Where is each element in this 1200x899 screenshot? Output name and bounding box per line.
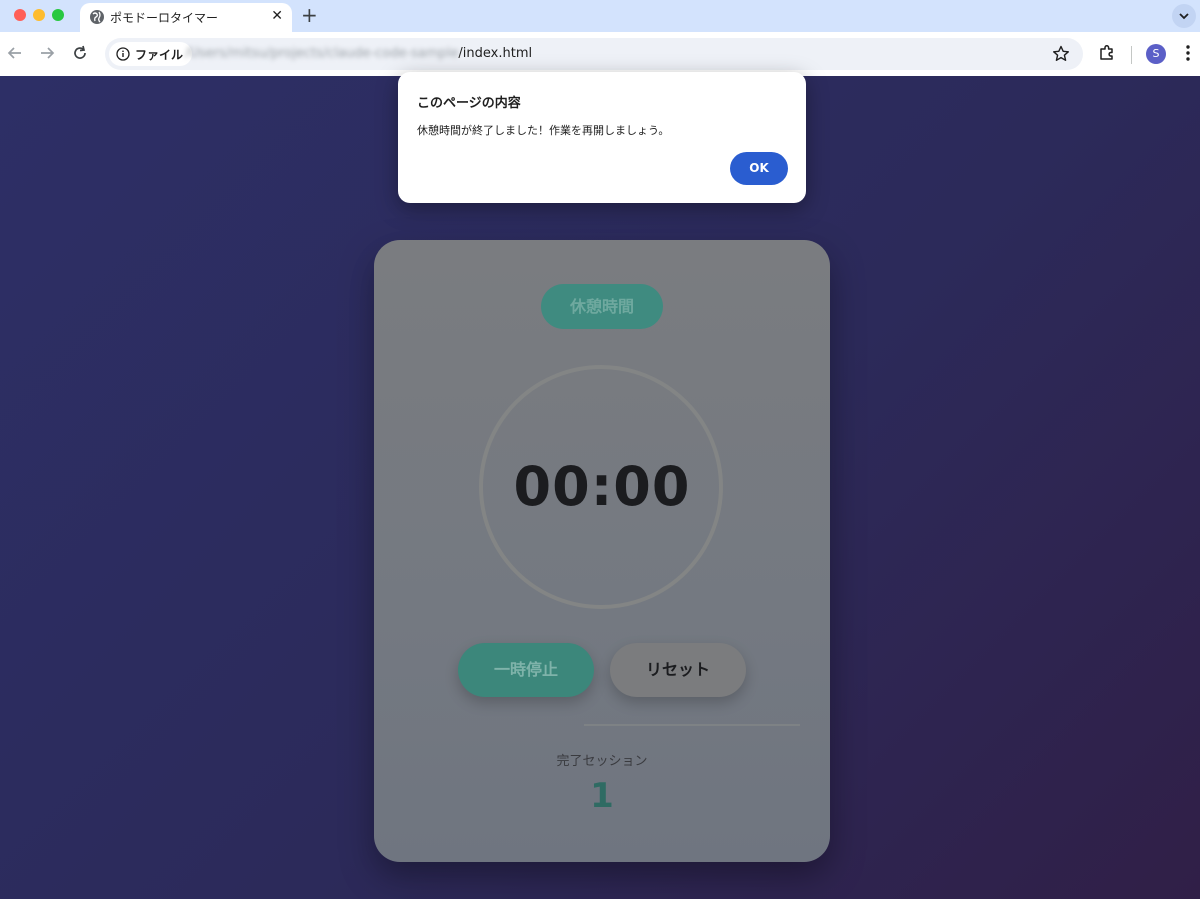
site-info-label: ファイル xyxy=(135,47,184,62)
dialog-message: 休憩時間が終了しました！作業を再開しましょう。 xyxy=(417,124,670,137)
browser-tab[interactable]: ポモドーロタイマー ✕ xyxy=(80,3,292,32)
timer-display: 00:00 xyxy=(513,455,691,518)
url-path: /index.html xyxy=(458,46,533,61)
dialog-title: このページの内容 xyxy=(417,96,521,111)
divider xyxy=(584,724,800,726)
globe-icon xyxy=(90,10,104,24)
url-text: /Users/mitsu/projects/claude-code-sample… xyxy=(185,46,532,61)
pause-button[interactable]: 一時停止 xyxy=(458,643,594,697)
alert-dialog: このページの内容 休憩時間が終了しました！作業を再開しましょう。 OK xyxy=(398,72,806,203)
chevron-down-icon xyxy=(1179,13,1189,20)
close-window-button[interactable] xyxy=(14,9,26,21)
timer-card: 休憩時間 00:00 一時停止 リセット 完了セッション 1 xyxy=(374,240,830,862)
toolbar-separator xyxy=(1131,46,1132,64)
browser-toolbar: ファイル /Users/mitsu/projects/claude-code-s… xyxy=(0,32,1200,76)
tab-title: ポモドーロタイマー xyxy=(110,11,219,25)
ok-button[interactable]: OK xyxy=(730,152,788,185)
info-icon xyxy=(116,47,130,61)
extensions-puzzle-icon[interactable] xyxy=(1097,43,1117,63)
address-bar[interactable]: ファイル /Users/mitsu/projects/claude-code-s… xyxy=(105,38,1083,70)
profile-avatar[interactable]: S xyxy=(1146,44,1166,64)
reset-button[interactable]: リセット xyxy=(610,643,746,697)
close-tab-icon[interactable]: ✕ xyxy=(271,8,283,24)
bookmark-star-icon[interactable] xyxy=(1051,44,1071,64)
sessions-label: 完了セッション xyxy=(556,754,648,769)
new-tab-button[interactable]: + xyxy=(301,4,318,26)
more-vert-icon[interactable] xyxy=(1180,43,1196,63)
url-blurred: /Users/mitsu/projects/claude-code-sample xyxy=(185,46,459,61)
mode-badge: 休憩時間 xyxy=(541,284,663,329)
site-info-chip[interactable]: ファイル xyxy=(109,42,193,66)
tab-strip: ポモドーロタイマー ✕ + xyxy=(0,0,1200,32)
reload-icon[interactable] xyxy=(70,43,90,63)
forward-arrow-icon[interactable] xyxy=(37,43,57,63)
tab-search-button[interactable] xyxy=(1172,4,1196,28)
back-arrow-icon[interactable] xyxy=(5,43,25,63)
sessions-count: 1 xyxy=(590,776,614,816)
maximize-window-button[interactable] xyxy=(52,9,64,21)
minimize-window-button[interactable] xyxy=(33,9,45,21)
